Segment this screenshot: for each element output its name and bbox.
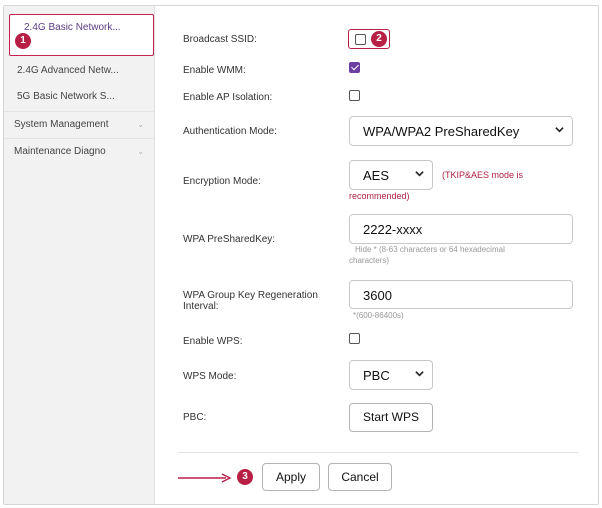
sidebar-item-label: System Management <box>14 119 109 130</box>
sidebar: 2.4G Basic Network... 1 2.4G Advanced Ne… <box>4 6 155 504</box>
arrow-right-icon <box>178 473 232 483</box>
encryption-mode-value: AES <box>363 168 390 183</box>
encryption-mode-label: Encryption Mode: <box>183 176 261 187</box>
enable-wmm-label: Enable WMM: <box>183 65 246 76</box>
group-key-label-line2: Interval: <box>183 301 219 312</box>
chevron-down-icon <box>415 371 424 377</box>
group-key-input[interactable]: 3600 <box>349 280 573 309</box>
ap-isolation-label: Enable AP Isolation: <box>183 92 273 103</box>
sidebar-item-label: 2.4G Advanced Netw... <box>17 65 119 76</box>
apply-button[interactable]: Apply <box>262 463 320 491</box>
broadcast-ssid-label: Broadcast SSID: <box>183 34 257 45</box>
start-wps-button[interactable]: Start WPS <box>349 403 433 432</box>
authentication-mode-value: WPA/WPA2 PreSharedKey <box>363 124 520 139</box>
sidebar-item-2g-basic[interactable]: 2.4G Basic Network... 1 <box>9 14 154 56</box>
sidebar-item-label: 2.4G Basic Network... <box>24 22 121 33</box>
pbc-label: PBC: <box>183 412 207 423</box>
step-badge-2: 2 <box>371 31 387 47</box>
sidebar-item-maintenance[interactable]: Maintenance Diagno ⌄ <box>4 138 154 164</box>
group-key-label-line1: WPA Group Key Regeneration <box>183 290 318 301</box>
sidebar-item-label: Maintenance Diagno <box>14 146 106 157</box>
wpa-psk-hint-line1: Hide * (8-63 characters or 64 hexadecima… <box>355 245 505 254</box>
cancel-button[interactable]: Cancel <box>328 463 392 491</box>
enable-wmm-checkbox[interactable] <box>349 62 360 73</box>
wpa-psk-hint-line2: characters) <box>349 256 390 265</box>
encryption-mode-select[interactable]: AES <box>349 160 433 190</box>
ap-isolation-checkbox[interactable] <box>349 90 360 101</box>
chevron-down-icon <box>415 171 424 177</box>
enable-wps-checkbox[interactable] <box>349 333 360 344</box>
wps-mode-label: WPS Mode: <box>183 371 237 382</box>
wpa-psk-input[interactable]: 2222-xxxx <box>349 214 573 244</box>
chevron-down-icon <box>555 127 564 133</box>
divider <box>178 452 578 453</box>
wps-mode-select[interactable]: PBC <box>349 360 433 390</box>
encryption-note-line2: recommended) <box>349 191 410 201</box>
step-badge-3: 3 <box>237 469 253 485</box>
wps-mode-value: PBC <box>363 368 390 383</box>
group-key-label: WPA Group Key Regeneration Interval: <box>183 290 318 312</box>
chevron-down-icon: ⌄ <box>137 120 144 129</box>
enable-wps-label: Enable WPS: <box>183 336 243 347</box>
broadcast-ssid-checkbox[interactable] <box>355 34 366 45</box>
step-badge-1: 1 <box>15 33 31 49</box>
sidebar-item-system-management[interactable]: System Management ⌄ <box>4 111 154 137</box>
authentication-mode-select[interactable]: WPA/WPA2 PreSharedKey <box>349 116 573 146</box>
sidebar-item-2g-advanced[interactable]: 2.4G Advanced Netw... <box>4 64 154 90</box>
wpa-psk-label: WPA PreSharedKey: <box>183 234 276 245</box>
wpa-psk-value: 2222-xxxx <box>363 222 423 237</box>
sidebar-item-label: 5G Basic Network S... <box>17 91 115 102</box>
group-key-value: 3600 <box>363 288 392 303</box>
authentication-mode-label: Authentication Mode: <box>183 126 277 137</box>
chevron-down-icon: ⌄ <box>137 147 144 156</box>
group-key-hint: *(600-86400s) <box>353 311 404 320</box>
encryption-note-line1: (TKIP&AES mode is <box>442 170 524 180</box>
